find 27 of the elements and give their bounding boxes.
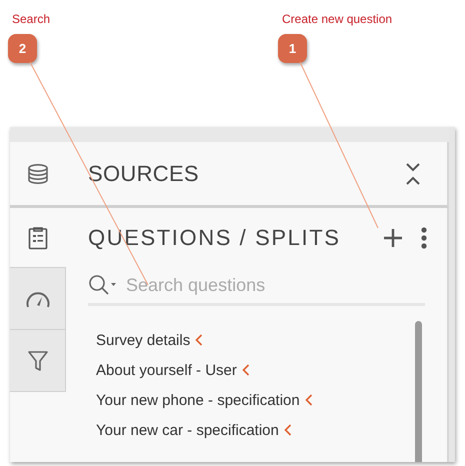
search-field[interactable]: Search questions (124, 274, 425, 296)
add-button[interactable] (383, 228, 403, 248)
plus-icon (383, 228, 403, 248)
clipboard-icon (28, 226, 48, 250)
question-item[interactable]: Survey details (96, 325, 415, 355)
chevron-left-icon (242, 363, 250, 377)
gauge-tab[interactable] (10, 267, 66, 329)
search-icon (88, 274, 118, 296)
question-item[interactable]: About yourself - User (96, 355, 415, 385)
database-icon (27, 162, 49, 184)
collapse-icon (405, 162, 421, 186)
callout-label: Search (12, 12, 50, 26)
filter-icon (26, 350, 48, 372)
question-item[interactable]: Your new car - specification (96, 415, 415, 445)
collapse-button[interactable] (405, 162, 421, 186)
callout-label: Create new question (282, 12, 392, 26)
chevron-left-icon (284, 423, 292, 437)
chevron-left-icon (304, 393, 313, 407)
filter-tab[interactable] (10, 329, 66, 392)
section-title: SOURCES (88, 160, 200, 186)
chevron-left-icon (195, 333, 204, 347)
callout-badge: 1 (278, 34, 307, 63)
kebab-icon (421, 226, 427, 248)
question-item[interactable]: Your new phone - specification (96, 385, 415, 415)
scrollbar[interactable] (415, 321, 422, 462)
more-button[interactable] (421, 226, 427, 248)
callout-badge: 2 (8, 34, 37, 63)
